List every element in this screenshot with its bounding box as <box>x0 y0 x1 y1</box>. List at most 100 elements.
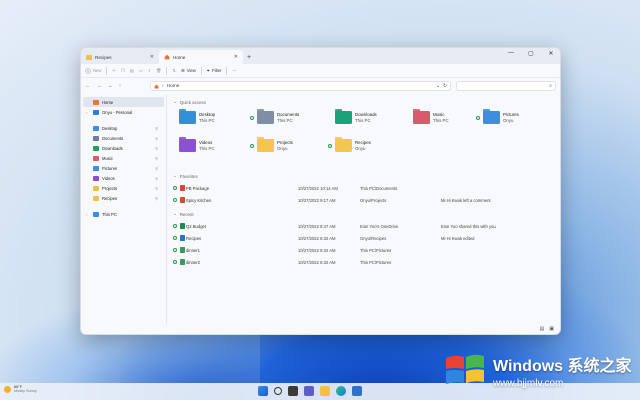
sidebar-item-label: Onyu - Personal <box>102 109 133 115</box>
search-icon: ⌕ <box>549 83 552 89</box>
file-row[interactable]: dinner2 10/27/2022 8:32 AM This PC\Picture… <box>173 256 554 268</box>
file-date: 10/27/2022 10:14 AM <box>298 185 338 191</box>
sidebar-item-videos[interactable]: Videos ⚲ <box>83 173 164 183</box>
new-tab-button[interactable]: + <box>243 50 255 64</box>
sidebar-item-this-pc[interactable]: › This PC <box>83 209 164 219</box>
file-row[interactable]: PB Package 10/27/2022 10:14 AM This PC\Doc… <box>173 182 554 194</box>
file-date: 10/27/2022 8:32 AM <box>298 259 336 265</box>
quick-access-videos[interactable]: Videos This PC <box>179 137 215 152</box>
back-icon[interactable]: ← <box>85 83 91 89</box>
minimize-button[interactable]: — <box>506 50 516 57</box>
quick-access-music[interactable]: Music This PC <box>413 109 449 124</box>
quick-access-documents[interactable]: Documents This PC <box>250 109 299 124</box>
sync-status-icon <box>173 247 177 252</box>
tab-recipes[interactable]: Recipes ✕ <box>81 50 159 64</box>
sidebar-item-pictures[interactable]: Pictures ⚲ <box>83 163 164 173</box>
close-tab-icon[interactable]: ✕ <box>150 54 154 60</box>
sort-icon[interactable]: ⇅ <box>172 68 176 73</box>
file-date: 10/27/2022 8:32 AM <box>298 247 336 253</box>
explorer-icon[interactable] <box>320 386 330 396</box>
folder-icon <box>335 137 352 152</box>
sidebar-item-desktop[interactable]: Desktop ⚲ <box>83 123 164 133</box>
up-icon[interactable]: ↑ <box>119 83 122 89</box>
favorites-header[interactable]: ⌄ Favorites <box>173 171 554 181</box>
weather-widget[interactable]: 66°F Mostly Sunny <box>4 385 37 394</box>
cut-icon[interactable]: ✂ <box>112 68 116 73</box>
filter-button[interactable]: ⏷ Filter <box>207 68 222 73</box>
file-row[interactable]: dinner1 10/27/2022 8:32 AM This PC\Picture… <box>173 244 554 256</box>
copy-icon[interactable]: ❐ <box>121 68 125 73</box>
start-icon[interactable] <box>258 386 268 396</box>
address-dropdown-icon[interactable]: ⌄ <box>436 84 440 89</box>
file-name: dinner2 <box>186 259 200 265</box>
rename-icon[interactable]: ▭ <box>139 68 143 73</box>
delete-icon[interactable]: 🗑 <box>156 68 161 74</box>
edge-icon[interactable] <box>336 386 346 396</box>
file-date: 10/27/2022 9:17 AM <box>298 197 336 203</box>
sidebar-item-label: Recipes <box>102 195 118 201</box>
file-row[interactable]: Spicy Kitchen 10/27/2022 9:17 AM Onyu\Proj… <box>173 194 554 206</box>
pin-icon: ⚲ <box>155 155 158 161</box>
file-activity: Eion Yoo shared this with you <box>441 223 496 229</box>
music-icon <box>93 155 99 161</box>
sidebar-item-music[interactable]: Music ⚲ <box>83 153 164 163</box>
search-input[interactable]: ⌕ <box>456 81 556 91</box>
pictures-icon <box>93 165 99 171</box>
quick-access-header[interactable]: ⌄ Quick access <box>173 97 554 107</box>
sync-status-icon <box>476 115 480 120</box>
sidebar-item-label: This PC <box>102 211 117 217</box>
breadcrumb-separator-icon: › <box>162 83 164 89</box>
quick-access-downloads[interactable]: Downloads This PC <box>335 109 377 124</box>
recent-locations-icon[interactable]: ⌄ <box>108 83 113 89</box>
taskview-icon[interactable] <box>288 386 298 396</box>
folder-location: Onyu <box>277 145 288 151</box>
file-type-icon <box>179 247 185 253</box>
tab-label: Home <box>173 54 186 60</box>
sync-status-icon <box>173 185 177 190</box>
details-view-icon[interactable]: ▤ <box>540 326 545 332</box>
store-icon[interactable] <box>352 386 362 396</box>
tab-home[interactable]: Home ✕ <box>159 50 243 64</box>
quick-access-projects[interactable]: Projects Onyu <box>250 137 293 152</box>
sidebar-item-documents[interactable]: Documents ⚲ <box>83 133 164 143</box>
chevron-right-icon[interactable]: › <box>86 110 90 115</box>
sidebar-item-home[interactable]: Home <box>83 97 164 107</box>
sidebar-item-label: Music <box>102 155 113 161</box>
sidebar-item-projects[interactable]: Projects ⚲ <box>83 183 164 193</box>
sync-status-icon <box>173 235 177 240</box>
home-icon <box>93 99 99 105</box>
paste-icon[interactable]: ▤ <box>130 68 134 73</box>
file-row[interactable]: Recipes 10/27/2022 8:32 AM Onyu\Recipes Mi … <box>173 232 554 244</box>
refresh-icon[interactable]: ↻ <box>443 84 447 89</box>
view-button[interactable]: ☰ View <box>181 68 196 73</box>
quick-access-desktop[interactable]: Desktop This PC <box>179 109 215 124</box>
quick-access-recipes[interactable]: Recipes Onyu <box>328 137 371 152</box>
sidebar-item-recipes[interactable]: Recipes ⚲ <box>83 193 164 203</box>
sidebar-item-label: Desktop <box>102 125 118 131</box>
file-location: This PC\Documents <box>360 185 398 191</box>
close-tab-icon[interactable]: ✕ <box>234 54 238 60</box>
file-activity: Mi Hi Kwak left a comment <box>441 197 491 203</box>
close-window-button[interactable]: ✕ <box>546 50 556 57</box>
new-button[interactable]: New <box>85 67 101 74</box>
breadcrumb[interactable]: Home <box>167 84 180 89</box>
watermark-url: www.bjjmlv.com <box>493 378 564 389</box>
sidebar-item-onyu-personal[interactable]: › Onyu - Personal <box>83 107 164 117</box>
tiles-view-icon[interactable]: ▣ <box>549 326 554 332</box>
view-icon: ☰ <box>180 68 185 73</box>
search-icon[interactable] <box>274 387 282 395</box>
recent-header[interactable]: ⌄ Recent <box>173 209 554 219</box>
quick-access-pictures[interactable]: Pictures Onyu <box>476 109 519 124</box>
sidebar-item-downloads[interactable]: Downloads ⚲ <box>83 143 164 153</box>
chevron-right-icon[interactable]: › <box>86 212 90 217</box>
sync-status-icon <box>328 143 332 148</box>
maximize-button[interactable]: ▢ <box>526 50 536 57</box>
address-bar[interactable]: › Home ⌄ ↻ <box>150 81 451 91</box>
file-location: Onyu\Projects <box>360 197 387 203</box>
forward-icon[interactable]: → <box>97 83 103 89</box>
file-row[interactable]: Q2 Budget 10/27/2022 8:47 AM Eion Yoo's On… <box>173 220 554 232</box>
chat-icon[interactable] <box>304 386 314 396</box>
share-icon[interactable]: ⇪ <box>148 68 152 73</box>
chevron-down-icon: ⌄ <box>173 99 177 104</box>
more-options-button[interactable]: ··· <box>232 68 236 73</box>
